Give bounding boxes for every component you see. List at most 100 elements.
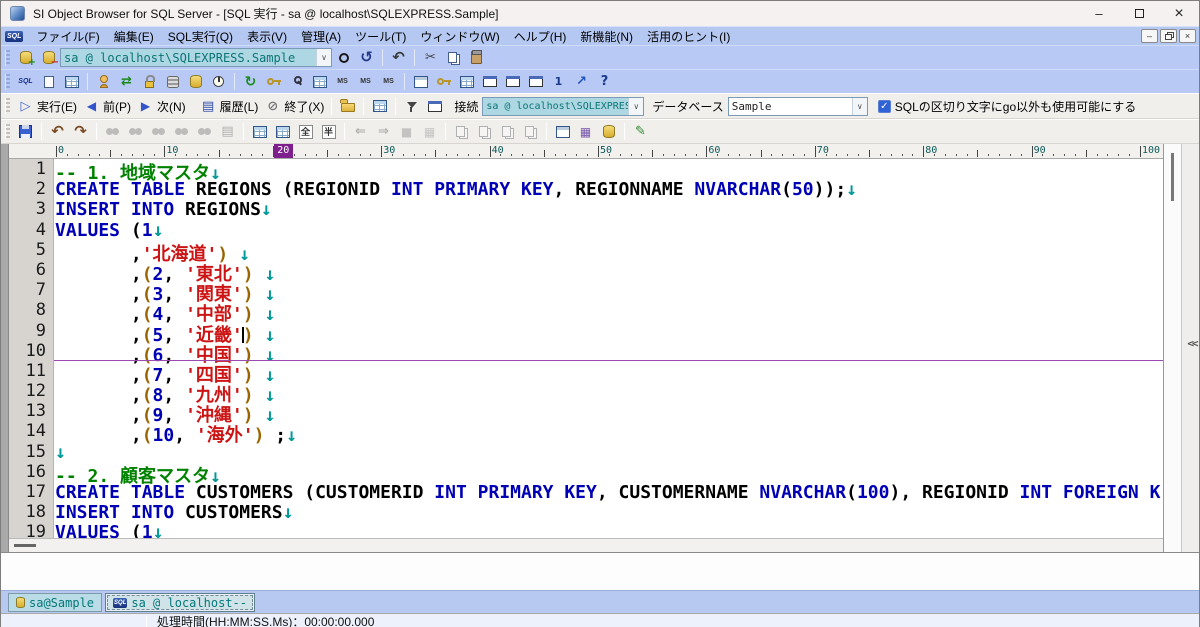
tab-sql-exec[interactable]: SQL sa @ localhost-- [105,593,255,612]
code-text[interactable]: ,(6, '中国') ↓ [54,341,275,361]
storage-button[interactable] [161,71,184,92]
history-button[interactable]: ▤履歴(L) [197,96,262,117]
menu-item-9[interactable]: 新機能(N) [573,26,640,47]
code-text[interactable]: ,(2, '東北') ↓ [54,260,275,280]
script-button[interactable] [37,71,60,92]
toolbar-grip[interactable] [5,50,10,66]
redo-edit-button[interactable]: ↷ [69,121,92,142]
menu-item-1[interactable]: ファイル(F) [29,26,106,47]
format-grid-button[interactable] [551,121,574,142]
code-text[interactable]: INSERT INTO REGIONS↓ [54,199,272,219]
toolbar-grip[interactable] [5,124,10,140]
format-color-button[interactable]: ▦ [574,121,597,142]
sql-search-button[interactable] [285,71,308,92]
chevron-down-icon[interactable]: ∨ [316,49,331,66]
help-button[interactable]: ? [593,71,616,92]
open-file-button[interactable] [336,96,359,117]
code-text[interactable]: ,(10, '海外') ;↓ [54,421,297,441]
window-blue-button[interactable] [501,71,524,92]
chevron-down-icon[interactable]: ∨ [852,98,867,115]
toolbar-grip[interactable] [5,74,10,90]
menu-item-6[interactable]: ツール(T) [348,26,413,47]
connect-db-button[interactable]: + [14,47,37,68]
code-text[interactable]: ,(3, '関東') ↓ [54,280,275,300]
refresh-button[interactable]: ↺ [355,47,378,68]
hankaku-button[interactable]: 半 [317,121,340,142]
key-button[interactable] [432,71,455,92]
mdi-minimize-button[interactable]: – [1141,29,1158,43]
cut-button[interactable]: ✂ [419,47,442,68]
code-text[interactable]: ↓ [54,442,66,462]
halfwidth-convert-button[interactable] [271,121,294,142]
db-sync-button[interactable] [308,71,331,92]
external-link-button[interactable]: ↗ [570,71,593,92]
mdi-close-button[interactable]: × [1179,29,1196,43]
code-text[interactable]: ,(4, '中部') ↓ [54,300,275,320]
close-button[interactable]: × [1159,1,1199,26]
delimiter-checkbox[interactable]: ✓ SQLの区切り文字にgo以外も使用可能にする [878,98,1136,115]
menu-item-3[interactable]: SQL実行(Q) [161,26,240,47]
undo-edit-button[interactable]: ↶ [46,121,69,142]
menu-item-5[interactable]: 管理(A) [294,26,348,47]
paste-button[interactable] [465,47,488,68]
window-package-button[interactable] [524,71,547,92]
sql-exec-button[interactable]: SQL [14,71,37,92]
expand-panel-button[interactable]: << [1184,332,1199,354]
window-number-button[interactable]: 1 [547,71,570,92]
undo-button[interactable]: ↶ [387,47,410,68]
user-button[interactable] [92,71,115,92]
db-refresh-button[interactable]: ↻ [239,71,262,92]
disconnect-db-button[interactable]: − [37,47,60,68]
code-text[interactable]: VALUES (1↓ [54,220,163,240]
connection-combo[interactable]: sa @ localhost\SQLEXPRESS.Sample∨ [60,48,332,67]
menu-item-4[interactable]: 表示(V) [240,26,294,47]
mdi-restore-button[interactable] [1160,29,1177,43]
code-text[interactable]: CREATE TABLE REGIONS (REGIONID INT PRIMA… [54,179,857,199]
toolbar-grip[interactable] [5,98,10,114]
stop-button[interactable] [332,47,355,68]
horizontal-scrollbar[interactable] [9,538,1163,552]
sql-logo-icon[interactable]: SQL [5,31,23,42]
tab-sa-sample[interactable]: sa@Sample [8,593,102,612]
table-list-button[interactable] [409,71,432,92]
session-button[interactable] [207,71,230,92]
next-button[interactable]: ▶次(N) [134,96,189,117]
window-red-button[interactable] [478,71,501,92]
sql-code-editor[interactable]: 1-- 1. 地域マスタ↓2CREATE TABLE REGIONS (REGI… [9,159,1163,538]
db-key-button[interactable] [262,71,285,92]
layout-button[interactable] [423,96,446,117]
code-text[interactable]: ,(5, '近畿') ↓ [54,321,275,341]
menu-item-7[interactable]: ウィンドウ(W) [413,26,506,47]
connection-combo-2[interactable]: sa @ localhost\SQLEXPRESS.Sample ∨ [482,97,644,116]
ms-search-button[interactable]: MS [331,71,354,92]
menu-item-8[interactable]: ヘルプ(H) [507,26,574,47]
fullwidth-convert-button[interactable] [248,121,271,142]
code-text[interactable]: ,(7, '四国') ↓ [54,361,275,381]
code-text[interactable]: VALUES (1↓ [54,522,163,538]
edit-pencil-button[interactable]: ✎ [629,121,652,142]
code-text[interactable]: ,(9, '沖縄') ↓ [54,401,275,421]
filter-button[interactable] [400,96,423,117]
result-grid-button[interactable] [368,96,391,117]
end-button[interactable]: ⊘終了(X) [261,96,327,117]
vertical-scrollbar-thumb[interactable] [1171,153,1174,201]
prev-button[interactable]: ◀前(P) [80,96,134,117]
grid-calendar-button[interactable] [455,71,478,92]
maximize-button[interactable] [1119,1,1159,26]
copy-button[interactable] [442,47,465,68]
format-db-button[interactable] [597,121,620,142]
save-button[interactable] [14,121,37,142]
lock-button[interactable] [138,71,161,92]
code-text[interactable]: -- 2. 顧客マスタ↓ [54,462,221,482]
roles-button[interactable]: ⇄ [115,71,138,92]
code-text[interactable]: ,'北海道') ↓ [54,240,250,260]
zenkaku-button[interactable]: 全 [294,121,317,142]
script-grid-button[interactable] [60,71,83,92]
code-text[interactable]: INSERT INTO CUSTOMERS↓ [54,502,293,522]
menu-item-10[interactable]: 活用のヒント(I) [640,26,737,47]
code-text[interactable]: ,(8, '九州') ↓ [54,381,275,401]
code-text[interactable]: CREATE TABLE CUSTOMERS (CUSTOMERID INT P… [54,482,1160,502]
horizontal-scrollbar-thumb[interactable] [14,544,36,547]
ms-copy-button[interactable]: MS [354,71,377,92]
chevron-down-icon[interactable]: ∨ [628,98,643,115]
